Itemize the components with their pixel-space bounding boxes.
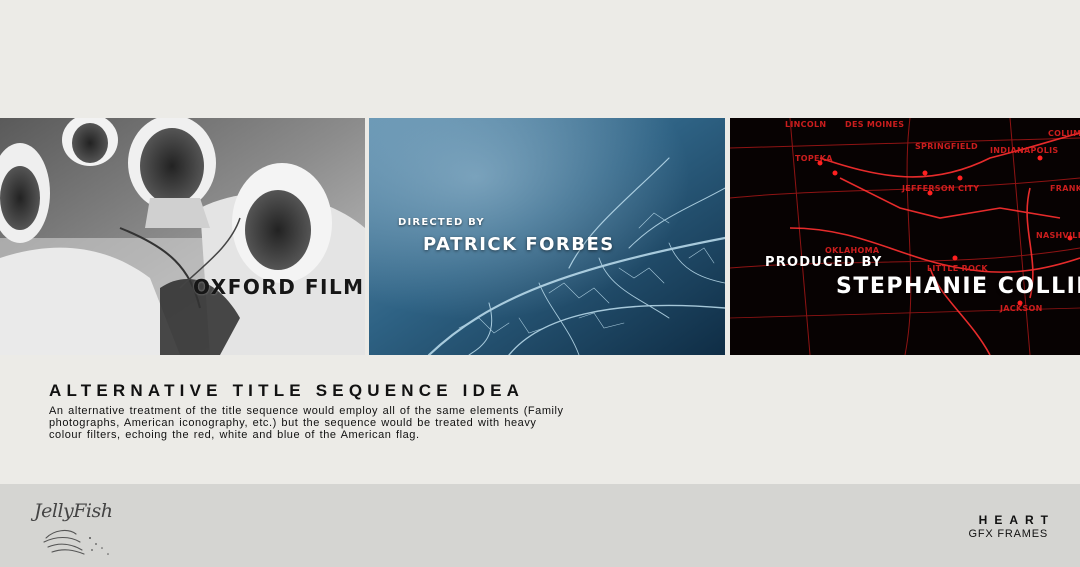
map-label: NASHVILLE xyxy=(1036,231,1080,240)
brand-name: HEART xyxy=(978,513,1055,527)
brand-block: HEART GFX FRAMES xyxy=(968,513,1048,540)
credit-label: DIRECTED BY xyxy=(398,217,485,228)
map-label: LINCOLN xyxy=(785,120,827,129)
map-label: SPRINGFIELD xyxy=(915,142,978,151)
inverted-family-photo xyxy=(0,118,365,355)
map-label: FRANKF xyxy=(1050,184,1080,193)
frame-title: OXFORD FILMS xyxy=(193,275,365,299)
map-label: TOPEKA xyxy=(795,154,833,163)
map-label: COLUMB xyxy=(1048,129,1080,138)
map-label: JEFFERSON CITY xyxy=(902,184,980,193)
logo-text: JellyFish xyxy=(34,500,113,522)
section-heading: ALTERNATIVE TITLE SEQUENCE IDEA xyxy=(49,381,525,400)
map-label: OKLAHOMA xyxy=(825,246,880,255)
frame-directed-by: DIRECTED BY PATRICK FORBES xyxy=(369,118,725,355)
concept-description: ALTERNATIVE TITLE SEQUENCE IDEA An alter… xyxy=(49,381,569,441)
gfx-frames: OXFORD FILMS DIRECTED BY PATRICK FORBES … xyxy=(0,118,1080,355)
footer: JellyFish HEART GFX FRAMES xyxy=(0,484,1080,567)
frame-produced-by: LINCOLN DES MOINES COLUMB TOPEKA SPRINGF… xyxy=(730,118,1080,355)
map-label: INDIANAPOLIS xyxy=(990,146,1059,155)
credit-name: STEPHANIE COLLINS xyxy=(836,274,1080,299)
jellyfish-logo: JellyFish xyxy=(34,498,116,556)
map-label: DES MOINES xyxy=(845,120,905,129)
frame-oxford-films: OXFORD FILMS xyxy=(0,118,365,355)
credit-name: PATRICK FORBES xyxy=(423,234,615,255)
section-body: An alternative treatment of the title se… xyxy=(49,405,564,441)
map-label: LITTLE ROCK xyxy=(927,264,988,273)
credit-label: PRODUCED BY xyxy=(765,255,883,270)
brand-subtitle: GFX FRAMES xyxy=(968,528,1048,540)
map-label: JACKSON xyxy=(1000,304,1043,313)
